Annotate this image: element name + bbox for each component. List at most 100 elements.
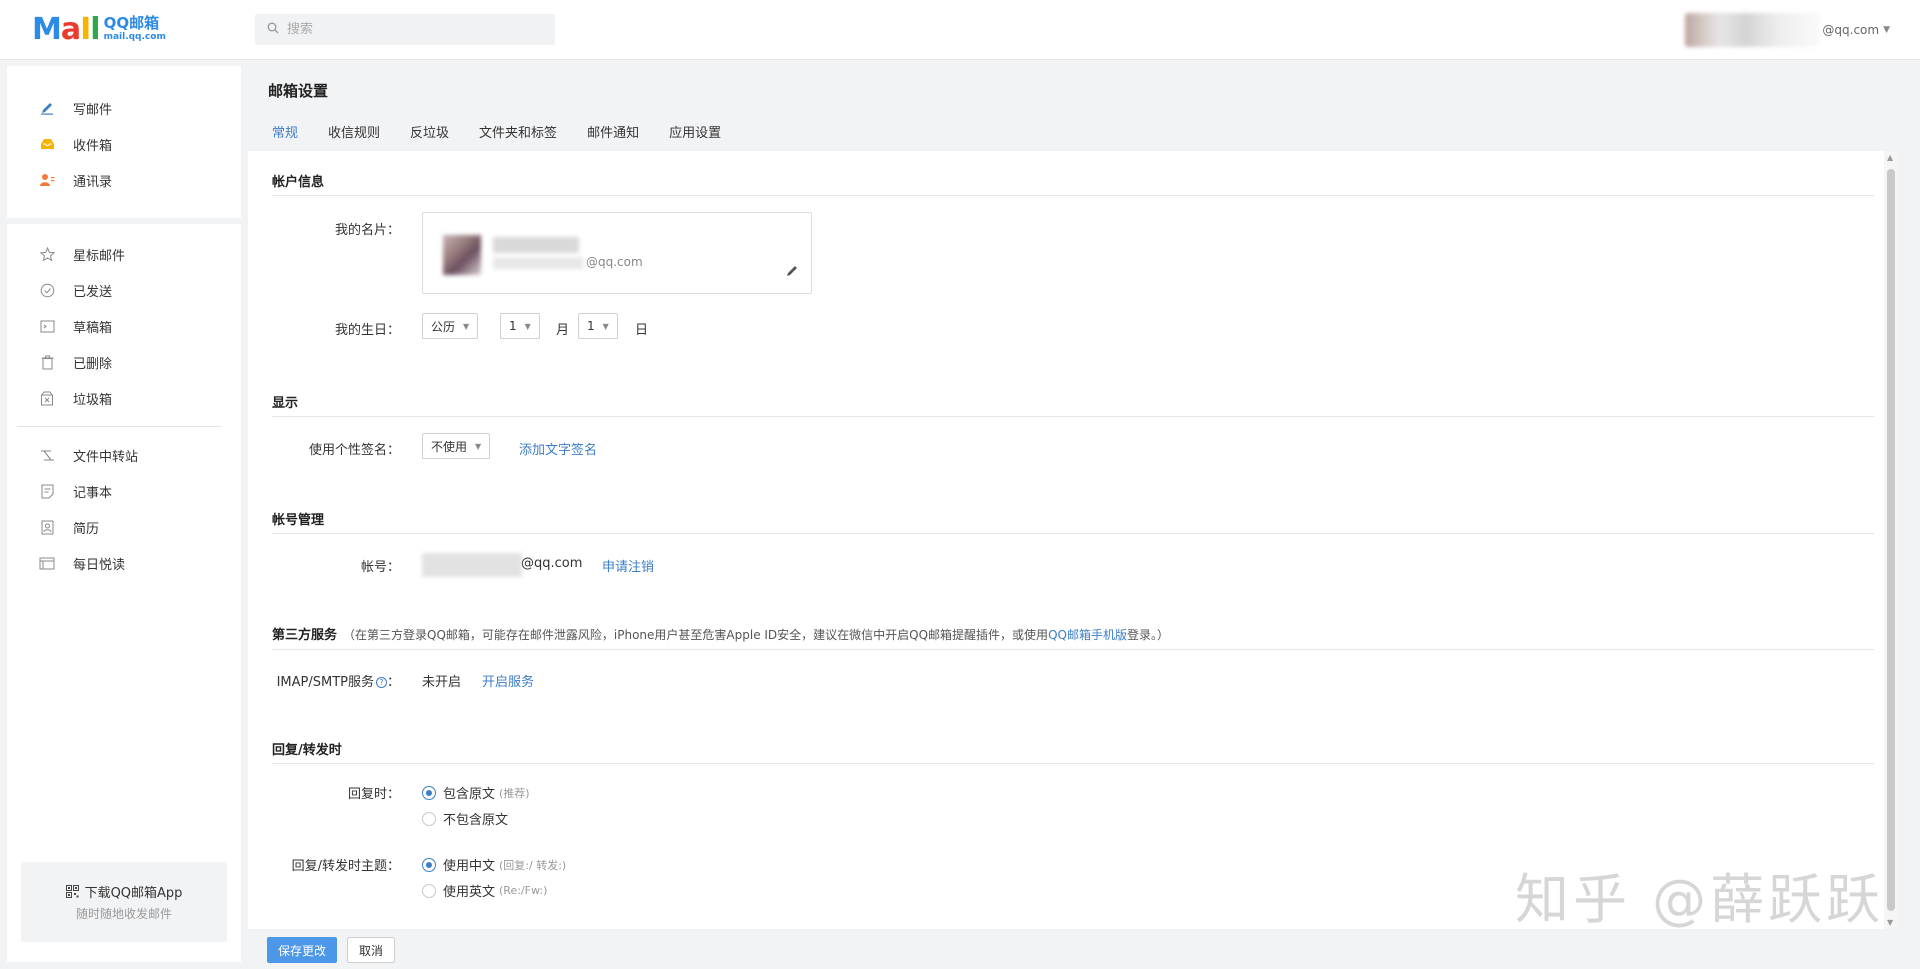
cancel-button[interactable]: 取消 [347, 937, 396, 963]
mobile-version-link[interactable]: QQ邮箱手机版 [1048, 628, 1127, 642]
imap-label-text: IMAP/SMTP服务 [276, 675, 374, 690]
tab-general[interactable]: 常规 [272, 122, 298, 141]
app-promo-title: 下载QQ邮箱App [84, 886, 183, 901]
calendar-type-select[interactable]: 公历 ▼ [422, 313, 479, 339]
scroll-up-icon[interactable]: ▲ [1887, 153, 1893, 162]
chevron-down-icon: ▼ [602, 321, 609, 331]
tab-folders-labels[interactable]: 文件夹和标签 [479, 122, 557, 141]
sidebar-item-compose[interactable]: 写邮件 [7, 90, 241, 126]
top-bar: MaIl QQ邮箱 mail.qq.com @qq.com ▼ [0, 0, 1920, 60]
sidebar-item-label: 星标邮件 [73, 248, 126, 264]
qq-mail-logo[interactable]: MaIl QQ邮箱 mail.qq.com [32, 12, 166, 48]
help-question-icon[interactable]: ? [375, 677, 387, 688]
trash-icon [39, 354, 55, 370]
section-title-account-management: 帐号管理 [272, 513, 325, 528]
logo-subtitle: mail.qq.com [103, 32, 166, 42]
vertical-scrollbar[interactable]: ▲ ▼ [1884, 151, 1898, 929]
tab-mail-notification[interactable]: 邮件通知 [587, 122, 639, 141]
tab-app-settings[interactable]: 应用设置 [669, 122, 721, 141]
radio-label: 不包含原文 [443, 813, 509, 828]
radio-checked [422, 857, 436, 872]
sent-check-icon [39, 282, 55, 298]
scroll-down-icon[interactable]: ▼ [1887, 918, 1893, 927]
sidebar-item-label: 每日悦读 [73, 557, 126, 573]
sidebar-item-junk[interactable]: 垃圾箱 [7, 380, 241, 416]
card-label: 我的名片： [334, 223, 400, 238]
enable-imap-link[interactable]: 开启服务 [482, 671, 534, 690]
birth-day-select[interactable]: 1 ▼ [578, 313, 618, 339]
reply-label: 回复时： [347, 787, 400, 802]
contacts-icon [39, 172, 55, 188]
sidebar-item-daily-reading[interactable]: 每日悦读 [7, 545, 241, 581]
settings-panel: 帐户信息 我的名片： @qq.com 我的生日： 公历 ▼ 1 ▼ 月 1 ▼ 日 显… [248, 151, 1898, 929]
card-name-blurred [493, 237, 579, 253]
junk-icon [39, 390, 55, 406]
sidebar-item-deleted[interactable]: 已删除 [7, 344, 241, 380]
account-email: @qq.com [521, 556, 583, 571]
section-title-account-info: 帐户信息 [272, 175, 325, 190]
account-id-blurred [422, 553, 522, 577]
card-avatar [443, 235, 481, 275]
notepad-icon [39, 483, 55, 499]
inbox-icon [39, 136, 55, 152]
imap-label-colon: ： [386, 675, 400, 690]
radio-label: 包含原文 [443, 787, 496, 802]
user-menu[interactable]: @qq.com ▼ [1685, 12, 1890, 48]
sidebar-item-label: 草稿箱 [73, 320, 113, 336]
app-download-promo[interactable]: 下载QQ邮箱App 随时随地收发邮件 [21, 862, 227, 942]
sidebar-item-label: 通讯录 [73, 174, 113, 190]
reading-icon [39, 555, 55, 571]
footer-actions: 保存更改 取消 [267, 937, 396, 963]
edit-pencil-icon[interactable] [786, 264, 799, 281]
sidebar-item-notepad[interactable]: 记事本 [7, 473, 241, 509]
calendar-type-value: 公历 [431, 319, 456, 334]
chevron-down-icon: ▼ [1883, 25, 1890, 35]
imap-status: 未开启 [422, 675, 462, 690]
sidebar-item-label: 记事本 [73, 485, 113, 501]
imap-label: IMAP/SMTP服务?： [248, 671, 400, 690]
cancel-account-link[interactable]: 申请注销 [602, 556, 654, 575]
sidebar-item-file-transfer[interactable]: 文件中转站 [7, 437, 241, 473]
tab-receive-rules[interactable]: 收信规则 [328, 122, 380, 141]
radio-unchecked [422, 811, 436, 826]
sidebar-item-inbox[interactable]: 收件箱 [7, 126, 241, 162]
birthday-label: 我的生日： [334, 323, 400, 338]
section-title-display: 显示 [272, 396, 299, 411]
signature-select[interactable]: 不使用 ▼ [422, 433, 491, 459]
sidebar-item-label: 收件箱 [73, 138, 113, 154]
sidebar-divider [17, 426, 221, 427]
sidebar-item-resume[interactable]: 简历 [7, 509, 241, 545]
logo-title: QQ邮箱 [103, 14, 160, 32]
page-title: 邮箱设置 [268, 82, 329, 100]
sidebar-item-drafts[interactable]: 草稿箱 [7, 308, 241, 344]
sidebar-item-contacts[interactable]: 通讯录 [7, 162, 241, 198]
subject-english-radio[interactable]: 使用英文 (Re:/Fw:) [422, 881, 547, 900]
add-signature-link[interactable]: 添加文字签名 [519, 439, 597, 458]
avatar [1685, 13, 1821, 47]
sidebar-item-sent[interactable]: 已发送 [7, 272, 241, 308]
sidebar-item-starred[interactable]: 星标邮件 [7, 236, 241, 272]
tab-anti-spam[interactable]: 反垃圾 [410, 122, 449, 141]
third-party-note: （在第三方登录QQ邮箱，可能存在邮件泄露风险，iPhone用户甚至危害Apple… [343, 628, 1049, 642]
sidebar-item-label: 垃圾箱 [73, 392, 113, 408]
chevron-down-icon: ▼ [475, 441, 482, 451]
reply-include-original-radio[interactable]: 包含原文 (推荐) [422, 783, 530, 802]
save-button[interactable]: 保存更改 [267, 937, 338, 963]
birth-month-select[interactable]: 1 ▼ [500, 313, 540, 339]
search-box[interactable] [255, 14, 555, 45]
reply-exclude-original-radio[interactable]: 不包含原文 [422, 809, 508, 828]
search-input[interactable] [287, 22, 537, 37]
radio-checked [422, 785, 436, 800]
sidebar-folders: 星标邮件 已发送 草稿箱 已删除 垃圾箱 文件中转站 记事本 简历 每日悦读 下… [7, 224, 241, 962]
day-unit: 日 [635, 323, 649, 338]
section-divider [272, 649, 1874, 650]
search-icon [267, 22, 279, 38]
subject-chinese-radio[interactable]: 使用中文 (回复:/ 转发:) [422, 855, 566, 874]
draft-icon [39, 318, 55, 334]
card-email-blurred [493, 257, 583, 269]
subject-label: 回复/转发时主题： [291, 859, 400, 874]
radio-hint: (推荐) [499, 786, 530, 800]
third-party-header: 第三方服务 （在第三方登录QQ邮箱，可能存在邮件泄露风险，iPhone用户甚至危害… [272, 624, 1169, 643]
scrollbar-thumb[interactable] [1887, 169, 1895, 911]
birth-day-value: 1 [587, 319, 595, 333]
